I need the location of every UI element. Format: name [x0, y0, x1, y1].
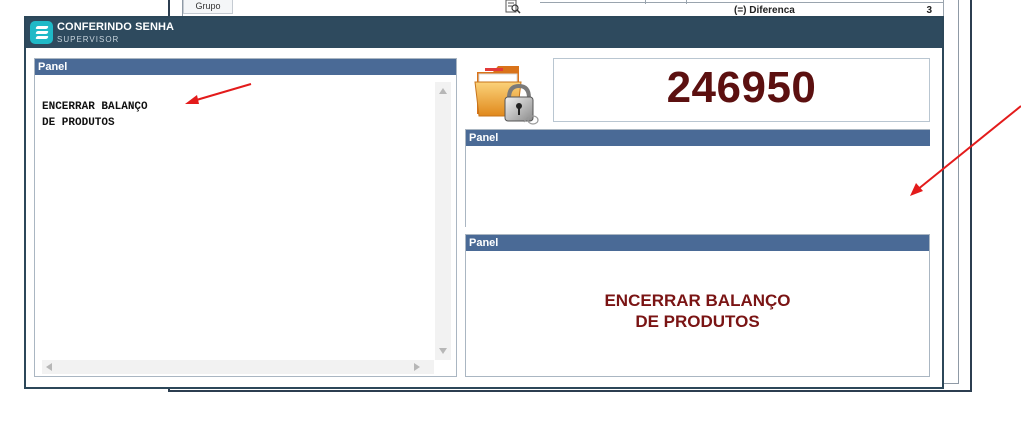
message-panel-header: Panel [466, 235, 929, 251]
password-check-dialog: CONFERINDO SENHA SUPERVISOR Panel ENCERR… [24, 16, 944, 389]
vertical-scrollbar[interactable] [435, 82, 451, 360]
screen: Grupo (=) Diferenca 3 CONFERINDO SENHA S… [0, 0, 1021, 432]
left-panel-header: Panel [35, 59, 456, 75]
folder-lock-icon [474, 66, 539, 125]
message-panel: Panel ENCERRAR BALANÇO DE PRODUTOS [465, 234, 930, 377]
background-grid-divider [645, 0, 646, 4]
message-line: ENCERRAR BALANÇO [604, 291, 791, 310]
dialog-subtitle: SUPERVISOR [57, 35, 120, 44]
left-panel: Panel ENCERRAR BALANÇO DE PRODUTOS [34, 58, 457, 377]
code-display: 246950 [553, 58, 930, 122]
middle-panel: Panel [465, 129, 930, 227]
search-list-icon[interactable] [503, 0, 523, 14]
app-logo-icon [30, 21, 53, 44]
scroll-up-icon[interactable] [439, 88, 447, 94]
scroll-right-icon[interactable] [414, 363, 420, 371]
memo-text: ENCERRAR BALANÇO DE PRODUTOS [42, 99, 148, 131]
difference-value: 3 [926, 5, 932, 16]
background-grid [540, 0, 944, 3]
message-line: DE PRODUTOS [635, 312, 760, 331]
memo-line: ENCERRAR BALANÇO [42, 101, 148, 113]
supervisor-code: 246950 [666, 63, 817, 112]
horizontal-scrollbar[interactable] [42, 360, 434, 374]
scroll-left-icon[interactable] [46, 363, 52, 371]
action-message: ENCERRAR BALANÇO DE PRODUTOS [466, 290, 929, 332]
middle-panel-header: Panel [466, 130, 930, 146]
memo-line: DE PRODUTOS [42, 117, 115, 129]
dialog-titlebar[interactable]: CONFERINDO SENHA SUPERVISOR [26, 18, 942, 48]
difference-label: (=) Diferenca [734, 5, 795, 16]
dialog-title: CONFERINDO SENHA [57, 21, 175, 33]
background-grid-divider [686, 0, 687, 4]
scroll-down-icon[interactable] [439, 348, 447, 354]
background-tab-grupo[interactable]: Grupo [183, 0, 233, 14]
memo-field[interactable]: ENCERRAR BALANÇO DE PRODUTOS [35, 75, 456, 376]
